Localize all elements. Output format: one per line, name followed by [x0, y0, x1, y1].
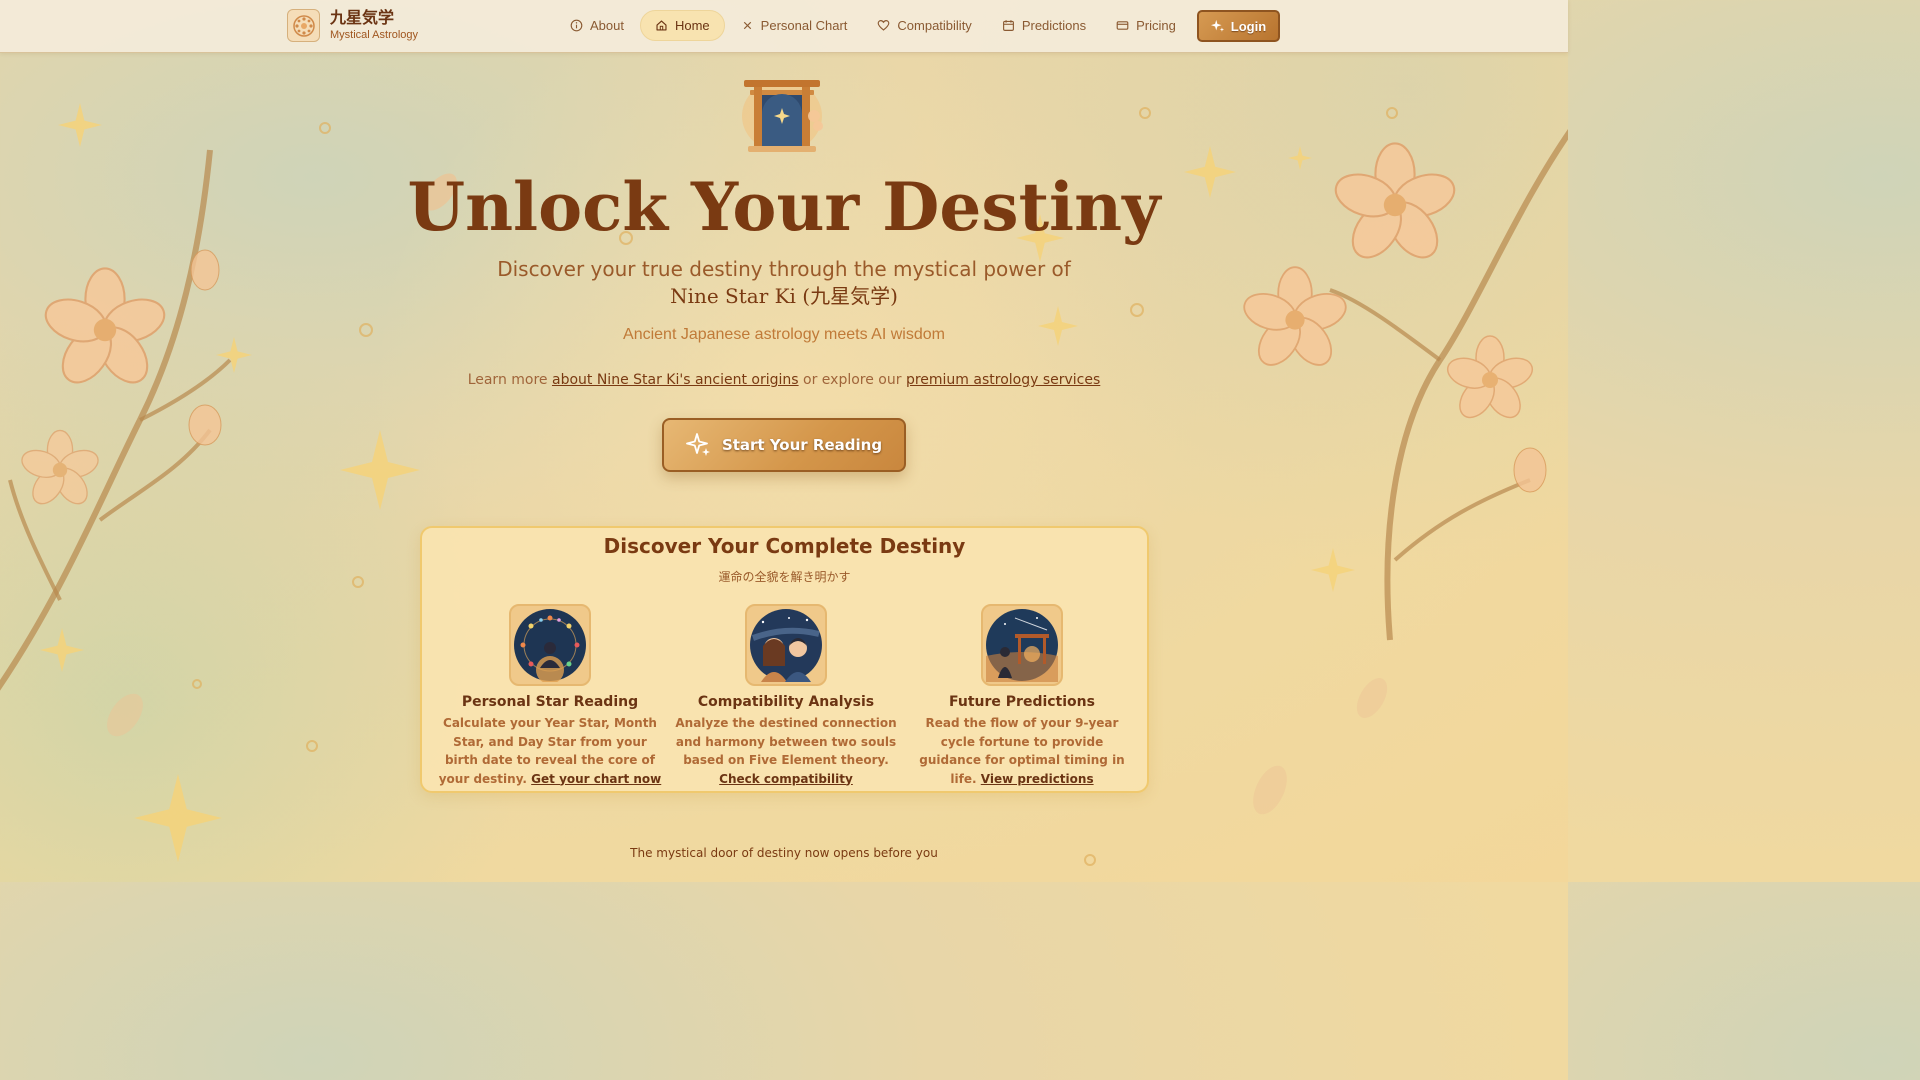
nav-item-personal-chart[interactable]: Personal Chart	[727, 10, 862, 41]
feature-list: Personal Star Reading Calculate your Yea…	[432, 604, 1141, 788]
feature-description: Read the flow of your 9-year cycle fortu…	[910, 714, 1134, 788]
nav-item-home[interactable]: Home	[639, 10, 725, 41]
feature-title: Personal Star Reading	[461, 694, 639, 710]
sparkle-icon	[686, 433, 710, 456]
nav-item-predictions[interactable]: Predictions	[988, 10, 1100, 41]
start-reading-button[interactable]: Start Your Reading	[662, 418, 906, 472]
card-title: Discover Your Complete Destiny	[603, 534, 966, 558]
brand-title: 九星気学	[330, 8, 395, 27]
feature-description: Calculate your Year Star, Month Star, an…	[438, 714, 662, 788]
star-reading-illustration	[509, 604, 591, 686]
feature-personal-star: Personal Star Reading Calculate your Yea…	[432, 604, 668, 788]
credit-card-icon	[1116, 21, 1129, 30]
top-navbar: 九星気学 Mystical Astrology About Home Perso…	[0, 0, 1568, 53]
get-chart-link[interactable]: Get your chart now	[531, 772, 661, 786]
learn-more-text: Learn more about Nine Star Ki's ancient …	[0, 372, 1568, 388]
view-predictions-link[interactable]: View predictions	[981, 772, 1094, 786]
nav-item-about[interactable]: About	[556, 10, 638, 41]
login-button[interactable]: Login	[1197, 10, 1280, 42]
ancient-origins-link[interactable]: about Nine Star Ki's ancient origins	[552, 372, 799, 388]
brand-subtitle: Mystical Astrology	[330, 29, 419, 41]
nav-item-label: About	[590, 18, 624, 33]
nav-item-label: Home	[674, 18, 710, 33]
brand[interactable]: 九星気学 Mystical Astrology	[287, 9, 418, 42]
hero-subtitle: Discover your true destiny through the m…	[0, 256, 1568, 310]
close-x-icon	[743, 21, 751, 30]
nav-item-label: Compatibility	[897, 18, 972, 33]
learn-prefix: Learn more	[467, 372, 552, 388]
feature-compatibility: Compatibility Analysis Analyze the desti…	[668, 604, 904, 788]
torii-gate-icon	[742, 80, 823, 152]
login-label: Login	[1230, 18, 1267, 34]
feature-predictions: Future Predictions Read the flow of your…	[904, 604, 1140, 788]
predictions-illustration	[981, 604, 1063, 686]
nav-item-label: Predictions	[1021, 18, 1087, 33]
heart-icon	[878, 20, 890, 31]
card-subtitle: 運命の全貌を解き明かす	[718, 570, 851, 584]
calendar-icon	[1002, 20, 1014, 31]
compatibility-illustration	[745, 604, 827, 686]
home-icon	[656, 20, 667, 31]
nav-item-label: Pricing	[1136, 18, 1176, 33]
hero-subtitle-line1: Discover your true destiny through the m…	[497, 257, 1071, 281]
feature-title: Future Predictions	[949, 694, 1095, 710]
nav-item-compatibility[interactable]: Compatibility	[863, 10, 985, 41]
feature-title: Compatibility Analysis	[697, 694, 875, 710]
nav-item-label: Personal Chart	[760, 18, 848, 33]
check-compatibility-link[interactable]: Check compatibility	[719, 772, 853, 786]
nav-links: About Home Personal Chart Compatibility …	[556, 10, 1190, 41]
start-reading-label: Start Your Reading	[721, 436, 883, 454]
nine-star-mandala-icon	[287, 9, 320, 42]
hero-title: Unlock Your Destiny	[407, 168, 1161, 246]
footer-text: The mystical door of destiny now opens b…	[630, 846, 938, 860]
premium-services-link[interactable]: premium astrology services	[906, 372, 1100, 388]
feature-description: Analyze the destined connection and harm…	[674, 714, 898, 788]
hero-tagline: Ancient Japanese astrology meets AI wisd…	[623, 326, 945, 343]
feature-desc-text: Analyze the destined connection and harm…	[675, 716, 897, 767]
nav-item-pricing[interactable]: Pricing	[1102, 10, 1190, 41]
hero-subtitle-line2: Nine Star Ki (九星気学)	[670, 284, 898, 308]
learn-middle: or explore our	[798, 372, 906, 388]
sparkle-icon	[1210, 19, 1224, 32]
info-icon	[570, 19, 583, 32]
destiny-card: Discover Your Complete Destiny 運命の全貌を解き明…	[420, 526, 1149, 793]
